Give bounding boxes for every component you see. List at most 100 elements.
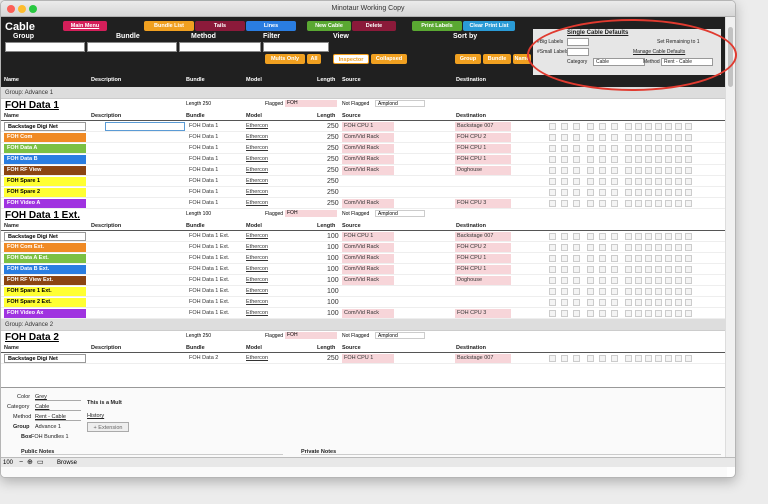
table-row[interactable]: FOH Data A Ext. FOH Data 1 Ext. Ethercon 10… (1, 253, 727, 264)
checkbox[interactable] (655, 178, 662, 185)
checkbox[interactable] (561, 288, 568, 295)
checkbox[interactable] (685, 156, 692, 163)
row-source[interactable]: Com/Vid Rack (342, 309, 394, 318)
checkbox[interactable] (665, 167, 672, 174)
bundle-input[interactable] (87, 42, 177, 52)
checkbox[interactable] (675, 266, 682, 273)
checkbox[interactable] (635, 288, 642, 295)
category-field[interactable]: Cable (35, 404, 81, 411)
row-source[interactable]: Com/Vid Rack (342, 243, 394, 252)
checkbox[interactable] (561, 277, 568, 284)
table-row[interactable]: FOH RF View Ext. FOH Data 1 Ext. Ethercon 1… (1, 275, 727, 286)
checkbox[interactable] (635, 310, 642, 317)
row-model[interactable]: Ethercon (246, 231, 268, 242)
checkbox[interactable] (645, 255, 652, 262)
method-field[interactable]: Rent - Cable (35, 414, 81, 421)
mults-only-button[interactable]: Mults Only (265, 54, 305, 64)
checkbox[interactable] (573, 156, 580, 163)
cable-name[interactable]: FOH Data B Ext. (4, 265, 86, 274)
row-model[interactable]: Ethercon (246, 176, 268, 187)
checkbox[interactable] (645, 355, 652, 362)
checkbox[interactable] (675, 189, 682, 196)
checkbox[interactable] (685, 244, 692, 251)
checkbox[interactable] (561, 156, 568, 163)
checkbox[interactable] (625, 145, 632, 152)
checkbox[interactable] (655, 167, 662, 174)
checkbox[interactable] (665, 277, 672, 284)
zoom-out-icon[interactable]: − (19, 458, 23, 468)
row-destination[interactable]: Backstage 007 (455, 122, 511, 131)
row-destination[interactable]: FOH CPU 3 (455, 199, 511, 208)
checkbox[interactable] (611, 156, 618, 163)
checkbox[interactable] (599, 200, 606, 207)
cable-name[interactable]: FOH RF View Ext. (4, 276, 86, 285)
zoom-level[interactable]: 100 (3, 458, 13, 468)
bundle-title[interactable]: FOH Data 1 Ext. (5, 210, 80, 221)
checkbox[interactable] (549, 288, 556, 295)
sort-bundle-button[interactable]: Bundle (483, 54, 511, 64)
browse-mode[interactable]: Browse (57, 458, 77, 468)
checkbox[interactable] (685, 255, 692, 262)
checkbox[interactable] (635, 299, 642, 306)
checkbox[interactable] (645, 277, 652, 284)
table-row[interactable]: Backstage Digi Net FOH Data 1 Ext. Etherco… (1, 231, 727, 242)
table-row[interactable]: FOH Video Ax FOH Data 1 Ext. Ethercon 100 Co… (1, 308, 727, 319)
checkbox[interactable] (645, 200, 652, 207)
checkbox[interactable] (549, 134, 556, 141)
checkbox[interactable] (675, 167, 682, 174)
checkbox[interactable] (685, 266, 692, 273)
checkbox[interactable] (655, 244, 662, 251)
color-field[interactable]: Grey (35, 394, 81, 401)
row-model[interactable]: Ethercon (246, 121, 268, 132)
checkbox[interactable] (665, 255, 672, 262)
checkbox[interactable] (665, 189, 672, 196)
cable-name[interactable]: Backstage Digi Net (4, 354, 86, 363)
checkbox[interactable] (675, 244, 682, 251)
checkbox[interactable] (561, 178, 568, 185)
table-row[interactable]: FOH Spare 1 FOH Data 1 Ethercon 250 (1, 176, 727, 187)
checkbox[interactable] (561, 299, 568, 306)
row-source[interactable]: Com/Vid Rack (342, 254, 394, 263)
checkbox[interactable] (587, 244, 594, 251)
checkbox[interactable] (645, 244, 652, 251)
checkbox[interactable] (599, 277, 606, 284)
checkbox[interactable] (549, 156, 556, 163)
checkbox[interactable] (561, 123, 568, 130)
table-row[interactable]: FOH Data B Ext. FOH Data 1 Ext. Ethercon 10… (1, 264, 727, 275)
checkbox[interactable] (599, 244, 606, 251)
row-source[interactable] (342, 287, 394, 296)
table-row[interactable]: FOH Spare 1 Ext. FOH Data 1 Ext. Ethercon 1… (1, 286, 727, 297)
checkbox[interactable] (685, 178, 692, 185)
checkbox[interactable] (655, 310, 662, 317)
checkbox[interactable] (611, 145, 618, 152)
checkbox[interactable] (625, 200, 632, 207)
checkbox[interactable] (549, 277, 556, 284)
row-model[interactable]: Ethercon (246, 297, 268, 308)
row-model[interactable]: Ethercon (246, 308, 268, 319)
checkbox[interactable] (611, 134, 618, 141)
checkbox[interactable] (625, 156, 632, 163)
checkbox[interactable] (587, 266, 594, 273)
checkbox[interactable] (645, 233, 652, 240)
row-destination[interactable]: FOH CPU 1 (455, 155, 511, 164)
row-destination[interactable]: FOH CPU 1 (455, 254, 511, 263)
checkbox[interactable] (675, 178, 682, 185)
checkbox[interactable] (655, 200, 662, 207)
checkbox[interactable] (665, 299, 672, 306)
checkbox[interactable] (625, 167, 632, 174)
row-source[interactable]: Com/Vid Rack (342, 276, 394, 285)
checkbox[interactable] (611, 310, 618, 317)
checkbox[interactable] (625, 255, 632, 262)
checkbox[interactable] (635, 123, 642, 130)
checkbox[interactable] (625, 123, 632, 130)
row-model[interactable]: Ethercon (246, 187, 268, 198)
collapsed-button[interactable]: Collapsed (371, 54, 407, 64)
checkbox[interactable] (685, 233, 692, 240)
checkbox[interactable] (655, 288, 662, 295)
row-destination[interactable] (455, 298, 511, 307)
checkbox[interactable] (549, 200, 556, 207)
clear-print-list-button[interactable]: Clear Print List (463, 21, 515, 31)
checkbox[interactable] (561, 255, 568, 262)
table-row[interactable]: FOH Data B FOH Data 1 Ethercon 250 Com/Vid R… (1, 154, 727, 165)
checkbox[interactable] (685, 189, 692, 196)
